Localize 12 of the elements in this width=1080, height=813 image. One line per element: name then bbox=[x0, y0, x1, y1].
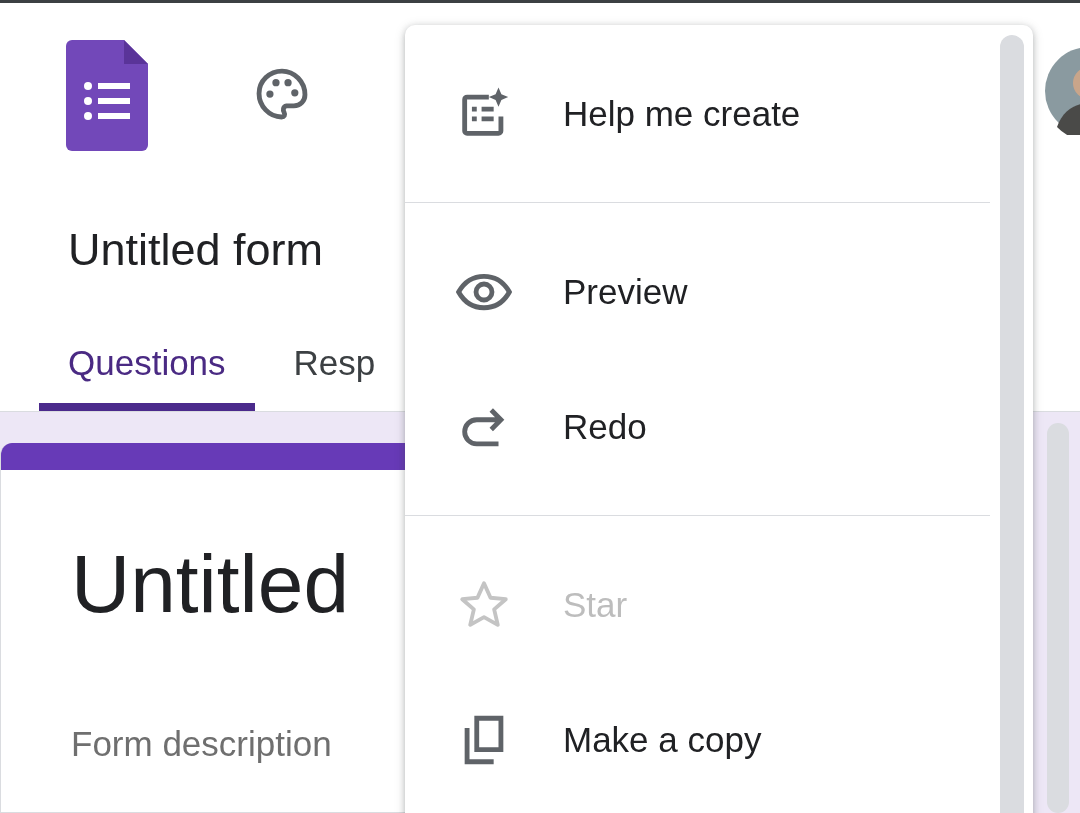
menu-item[interactable]: Help me create bbox=[405, 46, 990, 181]
menu-item[interactable]: Preview bbox=[405, 224, 990, 359]
forms-logo[interactable] bbox=[66, 40, 148, 151]
menu-item-label: Preview bbox=[563, 271, 688, 312]
menu-item[interactable]: Redo bbox=[405, 359, 990, 494]
menu-item[interactable]: Make a copy bbox=[405, 672, 990, 807]
menu-item-label: Redo bbox=[563, 406, 647, 447]
menu-item-label: Make a copy bbox=[563, 719, 762, 760]
menu-item-label: Star bbox=[563, 584, 628, 625]
menu-scrollbar[interactable] bbox=[1000, 35, 1024, 813]
menu-item-label: Help me create bbox=[563, 93, 801, 134]
tab[interactable]: Resp bbox=[264, 323, 405, 411]
